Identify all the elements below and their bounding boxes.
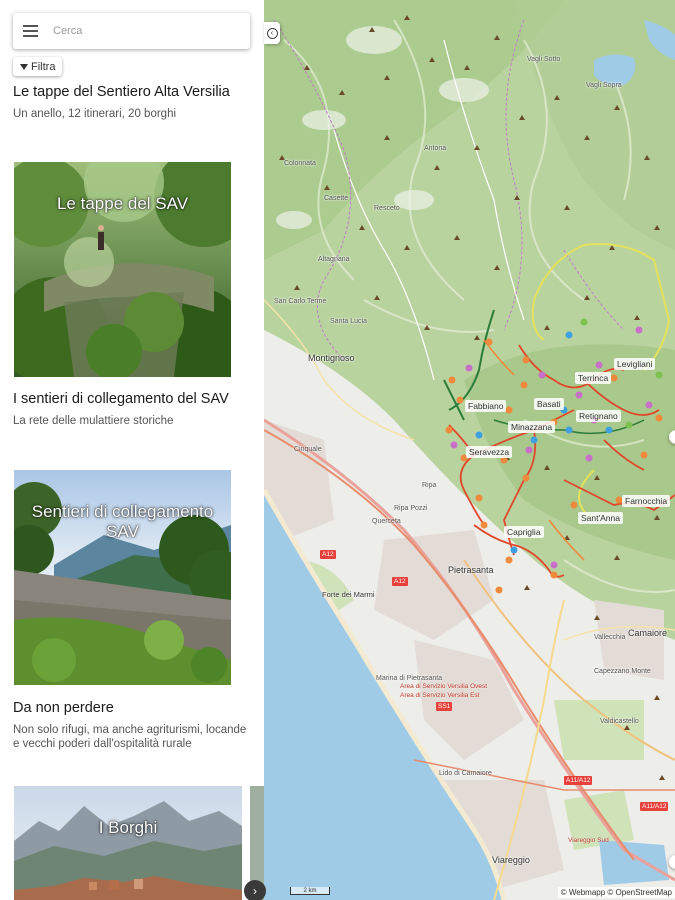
search-bar — [13, 13, 250, 49]
map-town-label: Altagnana — [318, 256, 350, 263]
hamburger-menu-icon[interactable] — [13, 13, 47, 49]
card-sentieri-collegamento[interactable]: Sentieri di collegamento SAV — [14, 470, 231, 685]
map-town-label: Marina di Pietrasanta — [376, 675, 443, 682]
card-label: I Borghi — [98, 818, 158, 837]
map-town-label: Santa Lucia — [330, 318, 367, 325]
card-label: Le tappe del SAV — [56, 194, 189, 213]
map-town-label: Querceta — [372, 518, 401, 525]
road-shield: A12 — [392, 577, 408, 586]
map-service-area-label: Area di Servizio Versilia Ovest — [400, 683, 488, 690]
search-input[interactable] — [53, 16, 243, 46]
map-attribution[interactable]: © Webmapp © OpenStreetMap — [557, 887, 675, 898]
collapse-sidebar-button[interactable]: ‹ — [264, 22, 280, 44]
map-town-label: Vallecchia — [594, 634, 626, 641]
map-town-label: Vagli Sotto — [527, 56, 561, 63]
map-big-town-label: Forte dei Marmi — [322, 590, 375, 599]
section-subtitle: La rete delle mulattiere storiche — [13, 415, 174, 427]
chevron-left-icon: ‹ — [266, 27, 278, 39]
map-big-town-label: Pietrasanta — [448, 565, 494, 575]
map-big-town-label: Camaiore — [628, 628, 668, 638]
card-tappe-sav[interactable]: Le tappe del SAV — [14, 162, 231, 377]
map-town-label: Resceto — [374, 205, 400, 212]
poi-label-terrinca[interactable]: Terrinca — [575, 372, 612, 384]
map-big-town-label: Montignoso — [308, 353, 355, 363]
map-town-label: Lido di Camaiore — [439, 770, 492, 777]
section-subtitle: Un anello, 12 itinerari, 20 borghi — [13, 108, 177, 120]
poi-label-retignano[interactable]: Retignano — [576, 410, 621, 422]
filter-funnel-icon — [20, 63, 28, 70]
road-shield: A11/A12 — [564, 776, 593, 785]
poi-label-fabbiano[interactable]: Fabbiano — [465, 400, 507, 412]
map-town-label: Ripa — [422, 482, 437, 489]
section-title: I sentieri di collegamento del SAV — [13, 391, 229, 407]
map-exit-label: Viareggio Sud — [568, 837, 609, 844]
map-scale-bar: 2 km — [290, 887, 330, 895]
map-town-label: Valdicastello — [600, 718, 639, 725]
map-town-label: Vagli Sopra — [586, 82, 622, 89]
carousel-next-arrow-icon[interactable]: › — [244, 880, 266, 900]
map-town-label: Colonnata — [284, 160, 316, 167]
filter-button-label: Filtra — [31, 60, 56, 73]
poi-label-minazzana[interactable]: Minazzana — [508, 421, 556, 433]
card-borghi[interactable]: I Borghi — [14, 786, 242, 900]
map-big-town-label: Viareggio — [492, 855, 530, 865]
map-town-label: Capezzano Monte — [594, 668, 651, 675]
poi-label-capriglia[interactable]: Capriglia — [504, 526, 544, 538]
poi-label-santanna[interactable]: Sant'Anna — [578, 512, 623, 524]
map-town-label: Casette — [324, 195, 349, 202]
card-image-mountain-village — [14, 786, 242, 900]
section-title: Da non perdere — [13, 700, 114, 716]
section-da-non-perdere: Da non perdere Non solo rifugi, ma anche… — [13, 699, 253, 751]
section-title: Le tappe del Sentiero Alta Versilia — [13, 84, 230, 100]
poi-label-farnocchia[interactable]: Farnocchia — [622, 495, 671, 507]
map-town-label: Ripa Pozzi — [394, 505, 428, 512]
sidebar: Filtra Le tappe del Sentiero Alta Versil… — [0, 0, 264, 900]
road-shield: A11/A12 — [640, 802, 669, 811]
poi-label-basati[interactable]: Basati — [534, 398, 564, 410]
road-shield: A12 — [320, 550, 336, 559]
section-tappe: Le tappe del Sentiero Alta Versilia Un a… — [13, 83, 253, 121]
poi-label-levigliani[interactable]: Levigliani — [614, 358, 656, 370]
poi-label-seravezza[interactable]: Seravezza — [466, 446, 513, 458]
map-service-area-label: Area di Servizio Versilia Est — [400, 692, 480, 699]
map-town-label: San Carlo Terme — [274, 298, 327, 305]
road-shield: SS1 — [436, 702, 453, 711]
filter-button[interactable]: Filtra — [13, 57, 63, 76]
section-subtitle: Non solo rifugi, ma anche agriturismi, l… — [13, 724, 247, 750]
section-collegamento: I sentieri di collegamento del SAV La re… — [13, 390, 253, 428]
card-label: Sentieri di collegamento SAV — [31, 502, 214, 541]
map-town-label: Cinquale — [294, 446, 322, 453]
map-town-label: Antona — [424, 145, 447, 152]
map-view[interactable]: Vagli Sotto Vagli Sopra Colonnata Casett… — [264, 0, 675, 900]
